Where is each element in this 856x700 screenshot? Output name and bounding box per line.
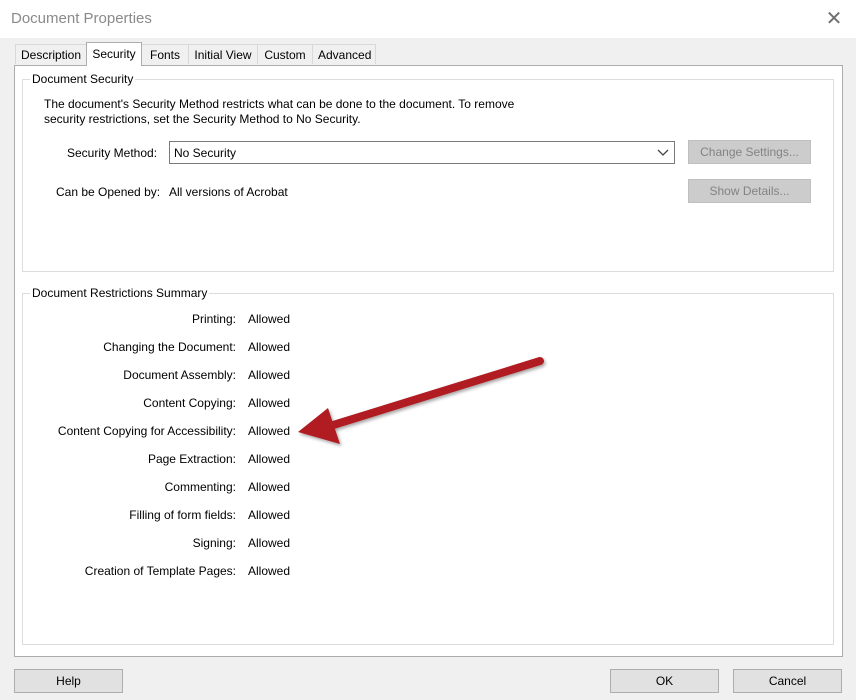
security-method-label: Security Method: [67, 146, 158, 160]
restriction-value: Allowed [248, 508, 291, 522]
close-icon[interactable]: ✕ [823, 8, 845, 30]
security-method-select[interactable]: No Security [169, 141, 675, 164]
window-title: Document Properties [11, 10, 152, 27]
arrow-head [298, 408, 340, 444]
restriction-label: Signing: [192, 536, 236, 550]
restriction-label: Document Assembly: [123, 368, 236, 382]
restriction-value: Allowed [248, 368, 291, 382]
tab-label: Advanced [318, 48, 372, 62]
tab-label: Fonts [149, 48, 180, 62]
restriction-label: Changing the Document: [103, 340, 236, 354]
tab-description[interactable]: Description [15, 44, 87, 64]
title-bar: Document Properties ✕ [0, 0, 856, 38]
ok-button[interactable]: OK [610, 669, 719, 693]
restriction-label: Filling of form fields: [129, 508, 236, 522]
restriction-value: Allowed [248, 452, 291, 466]
cancel-button[interactable]: Cancel [733, 669, 842, 693]
chevron-down-icon[interactable] [652, 142, 674, 163]
opened-by-value: All versions of Acrobat [169, 185, 288, 199]
restriction-value: Allowed [248, 536, 291, 550]
restriction-value: Allowed [248, 340, 291, 354]
restriction-label: Content Copying: [143, 396, 236, 410]
restriction-label: Creation of Template Pages: [84, 564, 236, 578]
tab-initial-view[interactable]: Initial View [188, 44, 258, 64]
tab-label: Description [21, 48, 82, 62]
restriction-value: Allowed [248, 480, 291, 494]
restriction-value: Allowed [248, 424, 291, 438]
tab-fonts[interactable]: Fonts [141, 44, 189, 64]
security-description: The document's Security Method restricts… [44, 97, 515, 126]
tab-label: Initial View [194, 48, 252, 62]
tab-security[interactable]: Security [86, 42, 142, 66]
tab-label: Custom [264, 48, 306, 62]
restriction-value: Allowed [248, 396, 291, 410]
opened-by-label: Can be Opened by: [56, 185, 161, 199]
restriction-label: Page Extraction: [147, 452, 236, 466]
restriction-value: Allowed [248, 564, 291, 578]
annotation-arrow-icon [298, 357, 544, 444]
show-details-button[interactable]: Show Details... [688, 179, 811, 203]
group-title: Document Restrictions Summary [30, 286, 210, 300]
tab-advanced[interactable]: Advanced [312, 44, 376, 64]
restriction-value: Allowed [248, 312, 291, 326]
change-settings-button[interactable]: Change Settings... [688, 140, 811, 164]
security-method-value: No Security [174, 146, 237, 160]
tab-custom[interactable]: Custom [257, 44, 313, 64]
tab-label: Security [92, 47, 136, 61]
restriction-label: Printing: [191, 312, 236, 326]
help-button[interactable]: Help [14, 669, 123, 693]
restriction-label: Commenting: [164, 480, 236, 494]
arrow-shaft [326, 357, 544, 430]
restriction-label: Content Copying for Accessibility: [57, 424, 236, 438]
group-title: Document Security [30, 72, 136, 86]
